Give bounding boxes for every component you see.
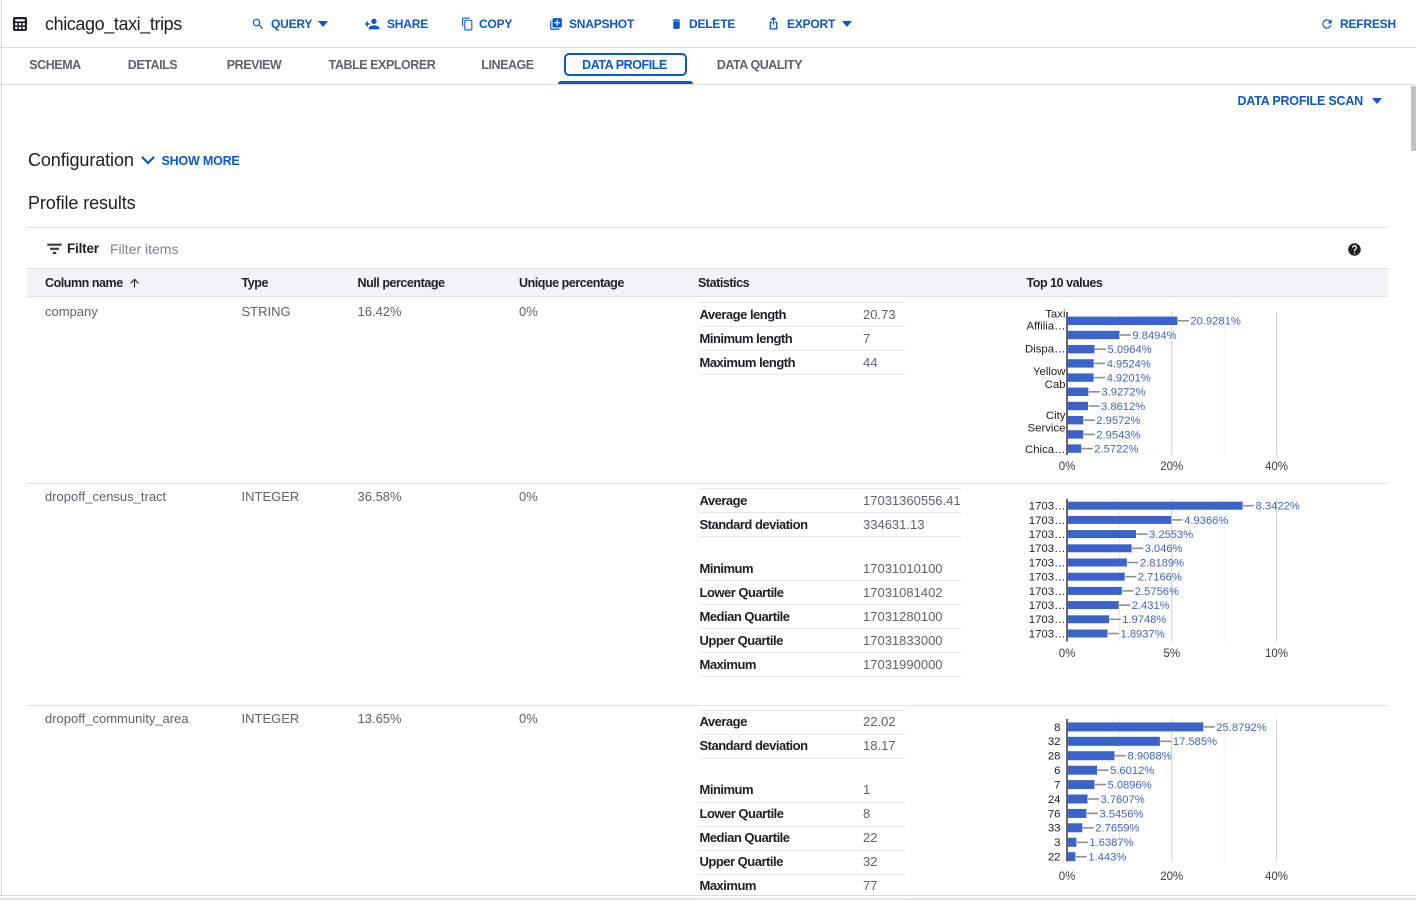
svg-text:2.8189%: 2.8189% <box>1140 557 1184 569</box>
svg-text:1703…: 1703… <box>1029 600 1066 612</box>
svg-text:1703…: 1703… <box>1029 501 1066 513</box>
svg-text:1703…: 1703… <box>1029 614 1066 626</box>
svg-text:8: 8 <box>1054 722 1060 734</box>
svg-text:1.9748%: 1.9748% <box>1122 614 1166 626</box>
svg-text:1703…: 1703… <box>1029 572 1066 584</box>
svg-text:9.8494%: 9.8494% <box>1132 330 1176 342</box>
svg-text:1703…: 1703… <box>1029 586 1066 598</box>
svg-text:25.8792%: 25.8792% <box>1216 722 1266 734</box>
svg-text:4.9201%: 4.9201% <box>1107 373 1151 385</box>
svg-text:32: 32 <box>1048 736 1061 748</box>
svg-text:4.9366%: 4.9366% <box>1184 515 1228 527</box>
svg-text:1.443%: 1.443% <box>1088 852 1126 864</box>
svg-text:2.9572%: 2.9572% <box>1096 415 1140 427</box>
svg-text:76: 76 <box>1048 808 1061 820</box>
svg-text:2.7166%: 2.7166% <box>1138 572 1182 584</box>
svg-text:2.431%: 2.431% <box>1132 600 1170 612</box>
svg-text:3.046%: 3.046% <box>1145 543 1183 555</box>
svg-text:2.9543%: 2.9543% <box>1096 429 1140 441</box>
svg-text:5.0896%: 5.0896% <box>1108 780 1152 792</box>
svg-text:2.5756%: 2.5756% <box>1135 586 1179 598</box>
svg-text:2.5722%: 2.5722% <box>1094 444 1138 456</box>
svg-text:8.9088%: 8.9088% <box>1128 751 1172 763</box>
svg-text:Taxi: Taxi <box>1045 309 1065 321</box>
svg-text:6: 6 <box>1054 765 1060 777</box>
svg-text:1703…: 1703… <box>1029 628 1066 640</box>
svg-text:3.5456%: 3.5456% <box>1099 808 1143 820</box>
svg-text:20%: 20% <box>1160 871 1183 883</box>
svg-text:1703…: 1703… <box>1029 515 1066 527</box>
svg-text:Dispa…: Dispa… <box>1025 344 1066 356</box>
svg-text:20.9281%: 20.9281% <box>1190 316 1240 328</box>
svg-text:5.0964%: 5.0964% <box>1108 344 1152 356</box>
svg-text:40%: 40% <box>1265 871 1288 883</box>
svg-text:5.6012%: 5.6012% <box>1110 765 1154 777</box>
svg-text:1703…: 1703… <box>1029 557 1066 569</box>
svg-text:2.7659%: 2.7659% <box>1095 823 1139 835</box>
svg-text:8.3422%: 8.3422% <box>1256 501 1300 513</box>
svg-text:3.8612%: 3.8612% <box>1101 401 1145 413</box>
svg-text:10%: 10% <box>1265 648 1288 660</box>
svg-text:1.6387%: 1.6387% <box>1089 837 1133 849</box>
svg-text:33: 33 <box>1048 823 1061 835</box>
svg-text:22: 22 <box>1048 852 1061 864</box>
svg-text:4.9524%: 4.9524% <box>1107 358 1151 370</box>
svg-text:0%: 0% <box>1059 648 1076 660</box>
svg-text:7: 7 <box>1054 780 1060 792</box>
svg-text:1703…: 1703… <box>1029 529 1066 541</box>
svg-text:0%: 0% <box>1059 461 1076 473</box>
svg-text:3.9272%: 3.9272% <box>1101 387 1145 399</box>
svg-text:1.8937%: 1.8937% <box>1121 628 1165 640</box>
svg-text:0%: 0% <box>1059 871 1076 883</box>
svg-text:24: 24 <box>1048 794 1061 806</box>
svg-text:3.7607%: 3.7607% <box>1101 794 1145 806</box>
svg-text:5%: 5% <box>1163 648 1180 660</box>
svg-text:Service: Service <box>1028 422 1066 434</box>
svg-text:Affilia…: Affilia… <box>1026 321 1065 333</box>
svg-text:Chica…: Chica… <box>1025 444 1066 456</box>
svg-text:17.585%: 17.585% <box>1173 736 1217 748</box>
svg-text:City: City <box>1046 410 1066 422</box>
svg-text:Yellow: Yellow <box>1033 366 1066 378</box>
svg-text:20%: 20% <box>1160 461 1183 473</box>
svg-text:1703…: 1703… <box>1029 543 1066 555</box>
svg-text:3.2553%: 3.2553% <box>1149 529 1193 541</box>
svg-text:28: 28 <box>1048 751 1061 763</box>
svg-text:40%: 40% <box>1265 461 1288 473</box>
svg-text:Cab: Cab <box>1045 379 1066 391</box>
svg-text:3: 3 <box>1054 837 1060 849</box>
